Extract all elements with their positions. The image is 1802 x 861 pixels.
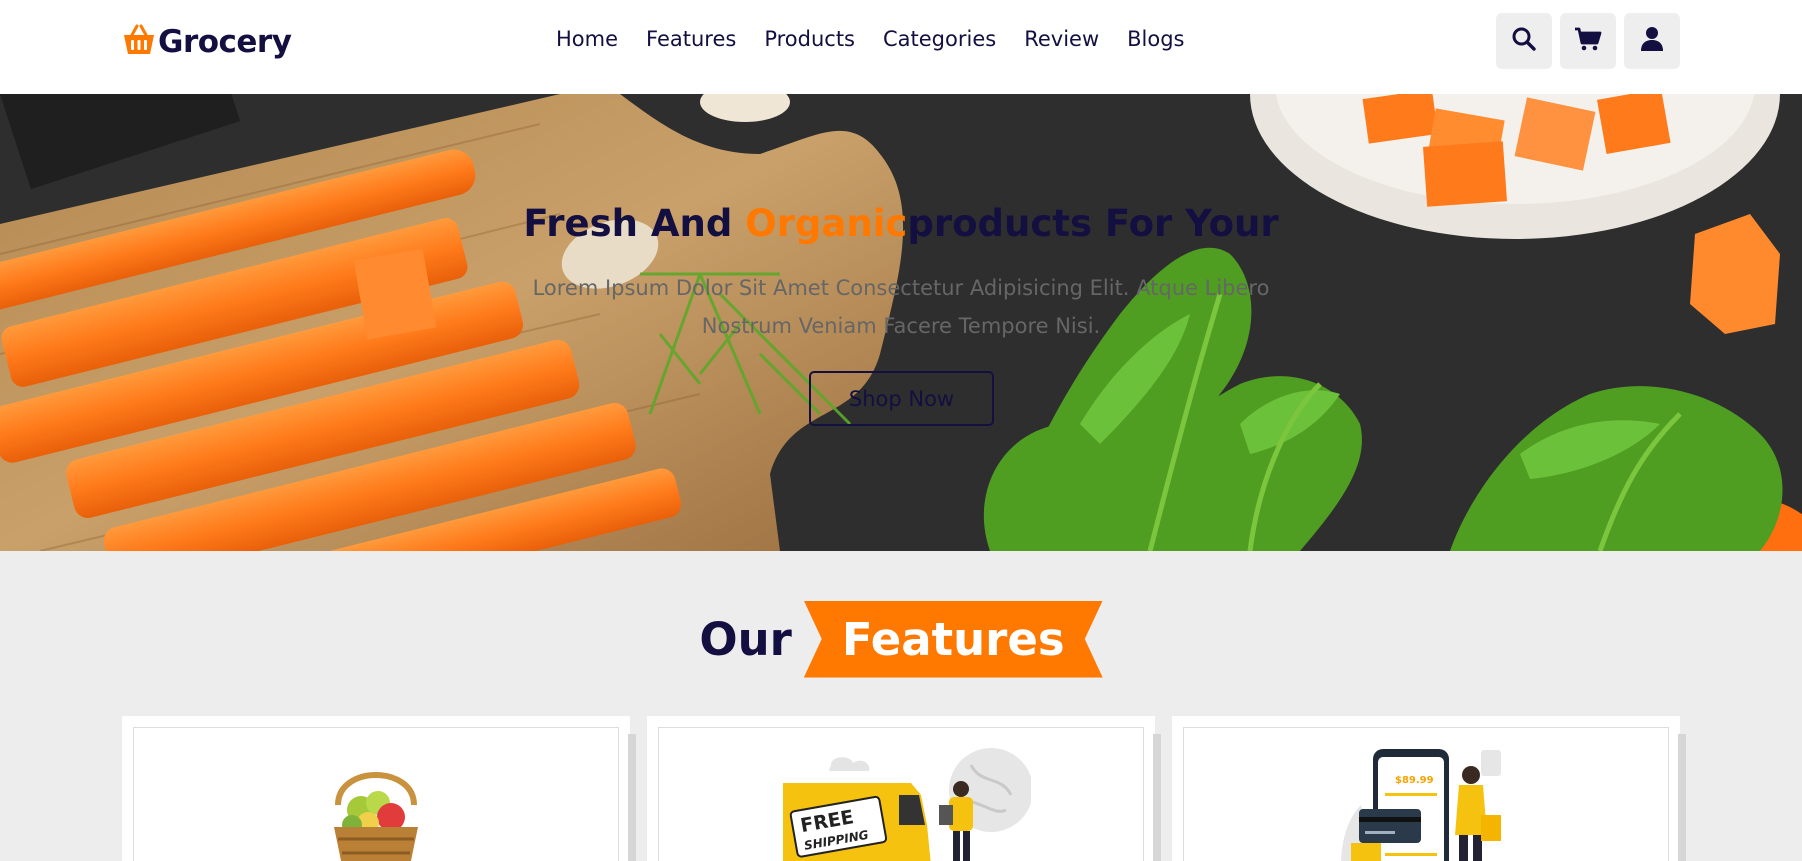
logo-text: Grocery: [158, 24, 292, 60]
nav-blogs[interactable]: Blogs: [1127, 27, 1184, 51]
search-icon: [1511, 26, 1537, 56]
header-icons: [1496, 13, 1688, 69]
free-shipping-illustration: FREE SHIPPING: [783, 748, 1031, 861]
shop-now-button[interactable]: Shop Now: [809, 371, 994, 426]
nav-categories[interactable]: Categories: [883, 27, 996, 51]
search-button[interactable]: [1496, 13, 1552, 69]
feature-card-inner: [133, 727, 619, 861]
feature-card-inner: $89.99: [1183, 727, 1669, 861]
nav-home[interactable]: Home: [556, 27, 618, 51]
hero-title-accent: Organic: [745, 202, 908, 245]
nav-features[interactable]: Features: [646, 27, 736, 51]
hero-content: Fresh And Organicproducts For Your Lorem…: [0, 94, 1802, 551]
mobile-payment-illustration: $89.99: [1341, 749, 1501, 861]
main-nav: Home Features Products Categories Review…: [556, 27, 1213, 51]
nav-review[interactable]: Review: [1024, 27, 1099, 51]
features-heading-our: Our: [699, 612, 792, 666]
header: Grocery Home Features Products Categorie…: [0, 0, 1802, 94]
card-shadow: [1678, 734, 1686, 861]
features-heading: Our Features: [0, 600, 1802, 678]
logo[interactable]: Grocery: [122, 22, 292, 62]
hero-banner: Fresh And Organicproducts For Your Lorem…: [0, 94, 1802, 551]
fruit-basket-illustration: [334, 772, 418, 861]
cart-button[interactable]: [1560, 13, 1616, 69]
features-heading-ribbon: Features: [803, 600, 1103, 678]
feature-card: $89.99: [1172, 716, 1686, 861]
hero-description: Lorem Ipsum Dolor Sit Amet Consectetur A…: [532, 276, 1270, 338]
hero-title-part2: products For Your: [907, 202, 1279, 245]
feature-card: FREE SHIPPING: [647, 716, 1161, 861]
payment-price: $89.99: [1395, 775, 1434, 786]
hero-title: Fresh And Organicproducts For Your: [0, 202, 1802, 245]
card-shadow: [628, 734, 636, 861]
nav-products[interactable]: Products: [764, 27, 855, 51]
basket-icon: [122, 23, 156, 61]
hero-title-part1: Fresh And: [523, 202, 746, 245]
cart-icon: [1574, 26, 1602, 56]
feature-card-inner: FREE SHIPPING: [658, 727, 1144, 861]
account-button[interactable]: [1624, 13, 1680, 69]
feature-card: [122, 716, 636, 861]
card-shadow: [1153, 734, 1161, 861]
user-icon: [1640, 26, 1664, 56]
